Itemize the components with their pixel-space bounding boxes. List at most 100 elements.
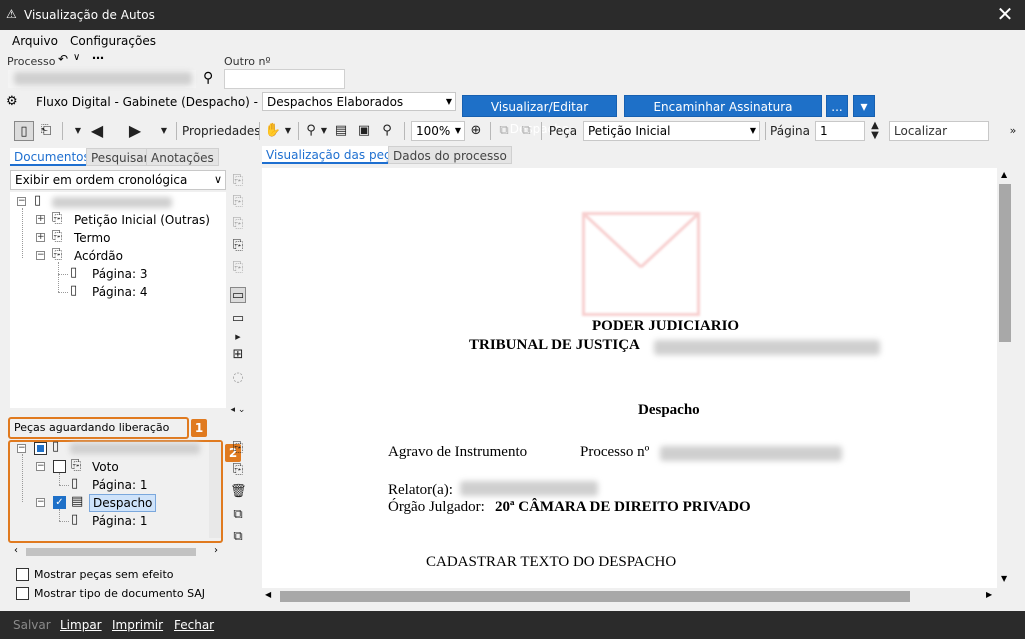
- tab-pesquisar[interactable]: Pesquisar: [86, 148, 154, 166]
- previous-icon[interactable]: ◀: [88, 121, 106, 141]
- zoom-select[interactable]: 100% ▼: [411, 121, 465, 141]
- toolbar-overflow-icon[interactable]: »: [1006, 121, 1020, 141]
- tab-documentos[interactable]: Documentos: [10, 148, 94, 166]
- outro-numero-input[interactable]: [224, 69, 345, 89]
- tree-item-termo[interactable]: Termo: [74, 231, 110, 245]
- scroll-up-icon[interactable]: ▲: [1001, 170, 1007, 179]
- scroll-right-icon[interactable]: ›: [214, 545, 218, 556]
- chevron-down-icon[interactable]: ∨: [73, 52, 80, 63]
- tree-item-voto[interactable]: Voto: [92, 460, 119, 474]
- collapse-sidebar-icon[interactable]: ◂ ⌄: [230, 402, 246, 418]
- note-icon[interactable]: ▭: [230, 287, 246, 303]
- tree-item-despacho[interactable]: Despacho: [89, 494, 157, 512]
- localizar-input[interactable]: Localizar: [889, 121, 989, 141]
- tree-item-page-4[interactable]: Página: 4: [92, 285, 147, 299]
- queue-select[interactable]: Despachos Elaborados ▼: [262, 92, 456, 111]
- copy-icon[interactable]: ⧉: [230, 507, 246, 523]
- imprimir-button[interactable]: Imprimir: [112, 618, 163, 632]
- search-icon[interactable]: ⚲: [203, 70, 213, 86]
- scroll-thumb[interactable]: [26, 548, 196, 556]
- voto-checkbox[interactable]: [53, 460, 66, 473]
- pagina-input[interactable]: 1: [815, 121, 865, 141]
- scroll-right-icon[interactable]: ▶: [986, 590, 992, 599]
- show-saj-type-checkbox[interactable]: [16, 587, 29, 600]
- tab-anotacoes[interactable]: Anotações: [146, 148, 219, 166]
- tree-item-acordao[interactable]: Acórdão: [74, 249, 123, 263]
- rotate-right-icon[interactable]: ⧉: [518, 121, 534, 141]
- trash-icon[interactable]: 🗑: [230, 484, 247, 500]
- hand-icon[interactable]: ✋: [264, 121, 282, 141]
- tab-dados-processo[interactable]: Dados do processo: [388, 146, 512, 164]
- tree-item-peticao[interactable]: Petição Inicial (Outras): [74, 213, 210, 227]
- tree-tool-icon[interactable]: ⎘: [230, 260, 246, 276]
- remove-doc-icon[interactable]: ⎘: [230, 238, 246, 254]
- show-no-effect-checkbox[interactable]: [16, 568, 29, 581]
- chevron-down-icon[interactable]: ▼: [158, 121, 170, 141]
- expand-icon[interactable]: +: [36, 233, 45, 242]
- scroll-left-icon[interactable]: ‹: [14, 545, 18, 556]
- rotate-left-icon[interactable]: ⧉: [496, 121, 512, 141]
- pending-horizontal-scrollbar[interactable]: ‹ ›: [12, 545, 224, 559]
- collapse-icon[interactable]: −: [36, 462, 45, 471]
- zoom-out-icon[interactable]: ⚲: [379, 121, 395, 141]
- document-vertical-scrollbar[interactable]: ▲ ▼: [997, 168, 1014, 588]
- annotate-list-icon[interactable]: ▭: [230, 311, 246, 327]
- chevron-down-icon[interactable]: ▼: [283, 121, 293, 141]
- close-icon[interactable]: ✕: [995, 4, 1015, 24]
- zoom-icon[interactable]: ⚲: [303, 121, 319, 141]
- order-select[interactable]: Exibir em ordem cronológica ∨: [10, 170, 226, 190]
- dropdown-arrow-button[interactable]: ▾: [853, 95, 875, 117]
- chevron-down-icon[interactable]: ▼: [72, 121, 84, 141]
- pending-tool-icon[interactable]: ⎘: [230, 440, 246, 456]
- tree-item-despacho-page[interactable]: Página: 1: [92, 514, 147, 528]
- fit-page-icon[interactable]: ▣: [356, 121, 372, 141]
- select-page-icon[interactable]: ▯: [14, 121, 34, 141]
- fit-width-icon[interactable]: ▤: [333, 121, 349, 141]
- fechar-button[interactable]: Fechar: [174, 618, 214, 632]
- clear-annotation-icon[interactable]: ◌: [230, 370, 246, 386]
- undo-icon[interactable]: ↶: [58, 52, 68, 66]
- tree-tool-icon[interactable]: ⎘: [230, 216, 246, 232]
- view-edit-despacho-button[interactable]: Visualizar/Editar Despacho: [462, 95, 617, 136]
- tree-item-voto-page[interactable]: Página: 1: [92, 478, 147, 492]
- menu-configuracoes[interactable]: Configurações: [70, 34, 156, 48]
- tree-tool-icon[interactable]: ⎘: [230, 173, 246, 189]
- forward-signature-button[interactable]: Encaminhar Assinatura Magistrado: [624, 95, 822, 136]
- properties-button[interactable]: Propriedades: [182, 121, 261, 141]
- page-tool-icon[interactable]: ⎗: [38, 121, 54, 141]
- next-icon[interactable]: ▶: [126, 121, 144, 141]
- more-options-button[interactable]: ...: [826, 95, 848, 117]
- chevron-right-icon[interactable]: ▶: [230, 329, 246, 345]
- pending-vertical-scrollbar[interactable]: [209, 442, 221, 538]
- page-spinner-icon[interactable]: ▲ ▼: [868, 121, 882, 141]
- chevron-down-icon[interactable]: ▼: [319, 121, 329, 141]
- sign-icon[interactable]: ⎘: [230, 462, 246, 478]
- title-bar: ⚠ Visualização de Autos ✕: [0, 0, 1025, 30]
- collapse-icon[interactable]: −: [17, 197, 26, 206]
- tree-item-page-3[interactable]: Página: 3: [92, 267, 147, 281]
- collapse-icon[interactable]: −: [36, 251, 45, 260]
- scroll-left-icon[interactable]: ◀: [265, 590, 271, 599]
- pending-root-checkbox[interactable]: [34, 442, 47, 455]
- zoom-in-icon[interactable]: ⊕: [467, 121, 485, 141]
- scroll-thumb[interactable]: [999, 184, 1011, 342]
- collapse-icon[interactable]: −: [36, 498, 45, 507]
- menu-arquivo[interactable]: Arquivo: [12, 34, 58, 48]
- tab-visualizacao[interactable]: Visualização das peças: [262, 146, 409, 164]
- collapse-icon[interactable]: −: [17, 444, 26, 453]
- tree-tool-icon[interactable]: ⎘: [230, 194, 246, 210]
- duplicate-icon[interactable]: ⧉: [230, 529, 246, 545]
- limpar-button[interactable]: Limpar: [60, 618, 102, 632]
- processo-number-redacted: [660, 446, 842, 461]
- add-note-icon[interactable]: ⊞: [230, 347, 246, 363]
- despacho-checkbox[interactable]: ✓: [53, 496, 66, 509]
- doc-header-1: PODER JUDICIARIO: [592, 318, 740, 334]
- more-icon[interactable]: ⋯: [92, 51, 104, 65]
- expand-icon[interactable]: +: [36, 215, 45, 224]
- peca-select[interactable]: Petição Inicial ▼: [583, 121, 760, 141]
- zoom-value: 100%: [416, 124, 451, 138]
- document-horizontal-scrollbar[interactable]: ◀ ▶: [262, 588, 998, 605]
- scroll-thumb[interactable]: [280, 591, 910, 602]
- scroll-down-icon[interactable]: ▼: [1001, 574, 1007, 583]
- salvar-button[interactable]: Salvar: [13, 618, 51, 632]
